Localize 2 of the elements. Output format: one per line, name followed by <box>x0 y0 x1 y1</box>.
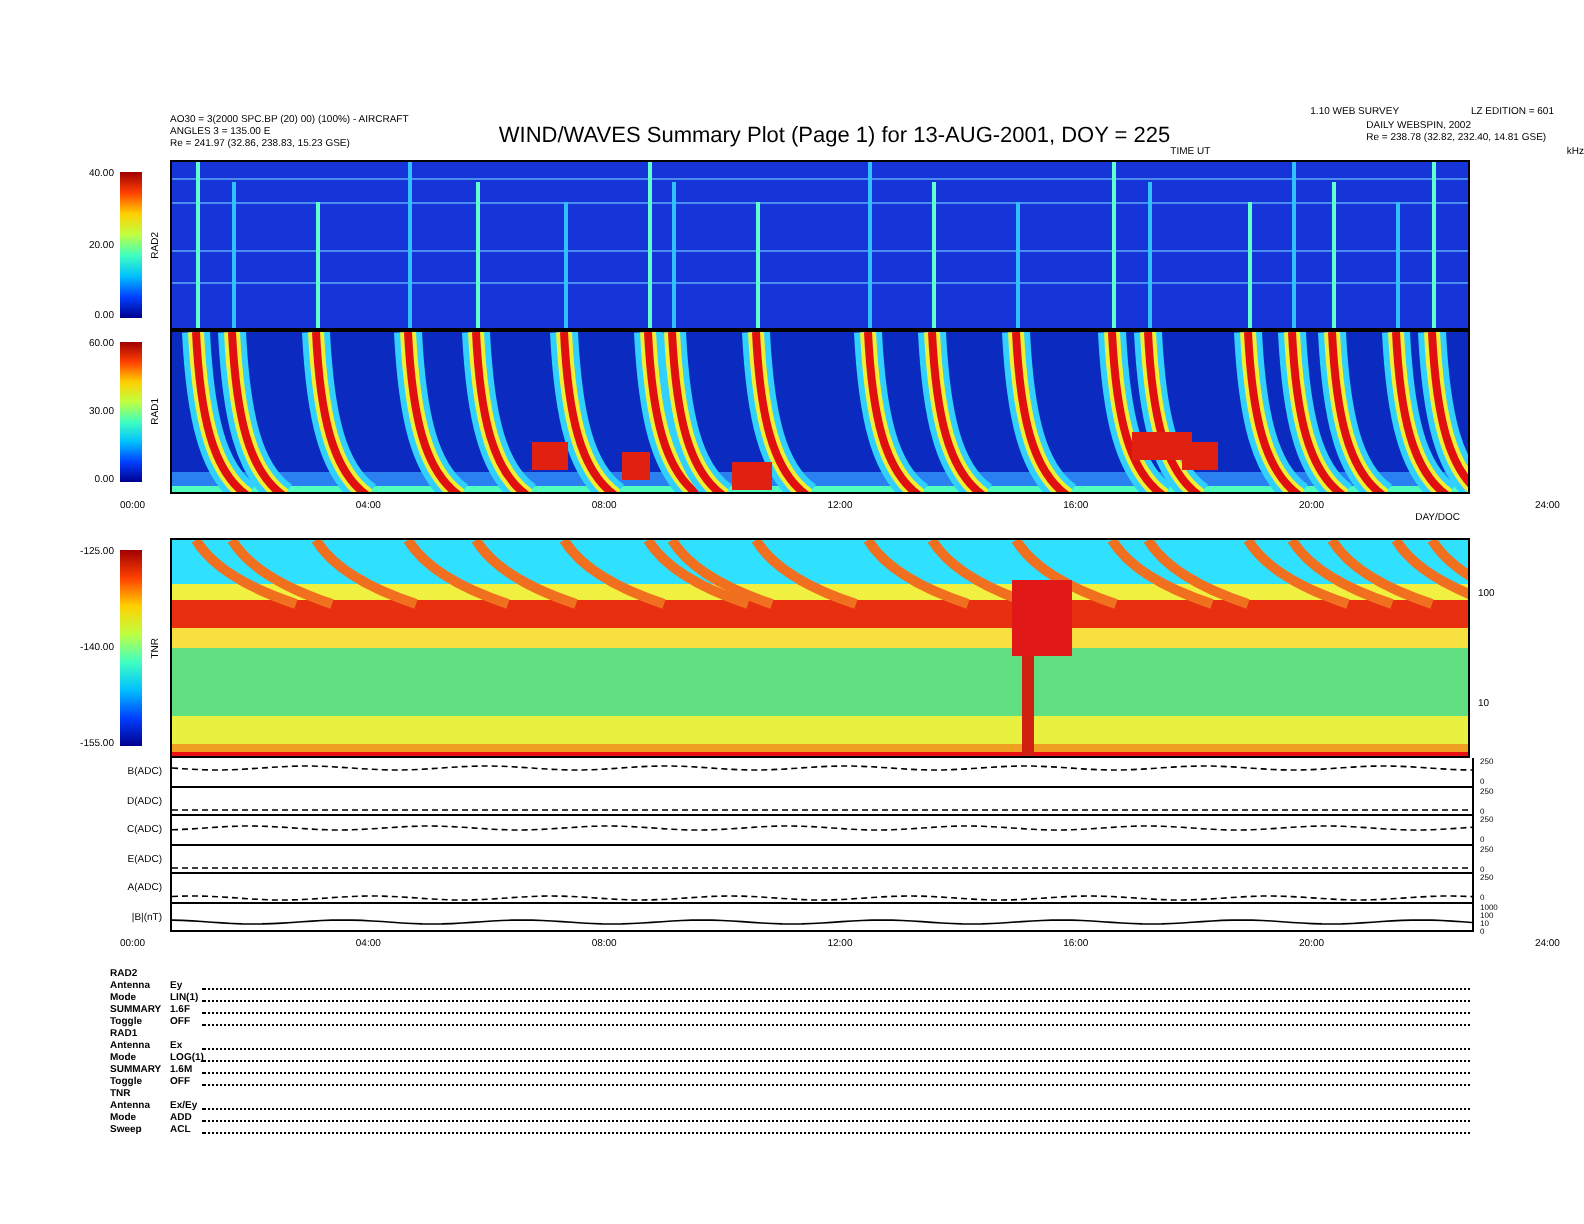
plot-title: WIND/WAVES Summary Plot (Page 1) for 13-AUG-2001, DOY = 225 <box>498 124 1171 148</box>
colorbar <box>120 342 142 482</box>
